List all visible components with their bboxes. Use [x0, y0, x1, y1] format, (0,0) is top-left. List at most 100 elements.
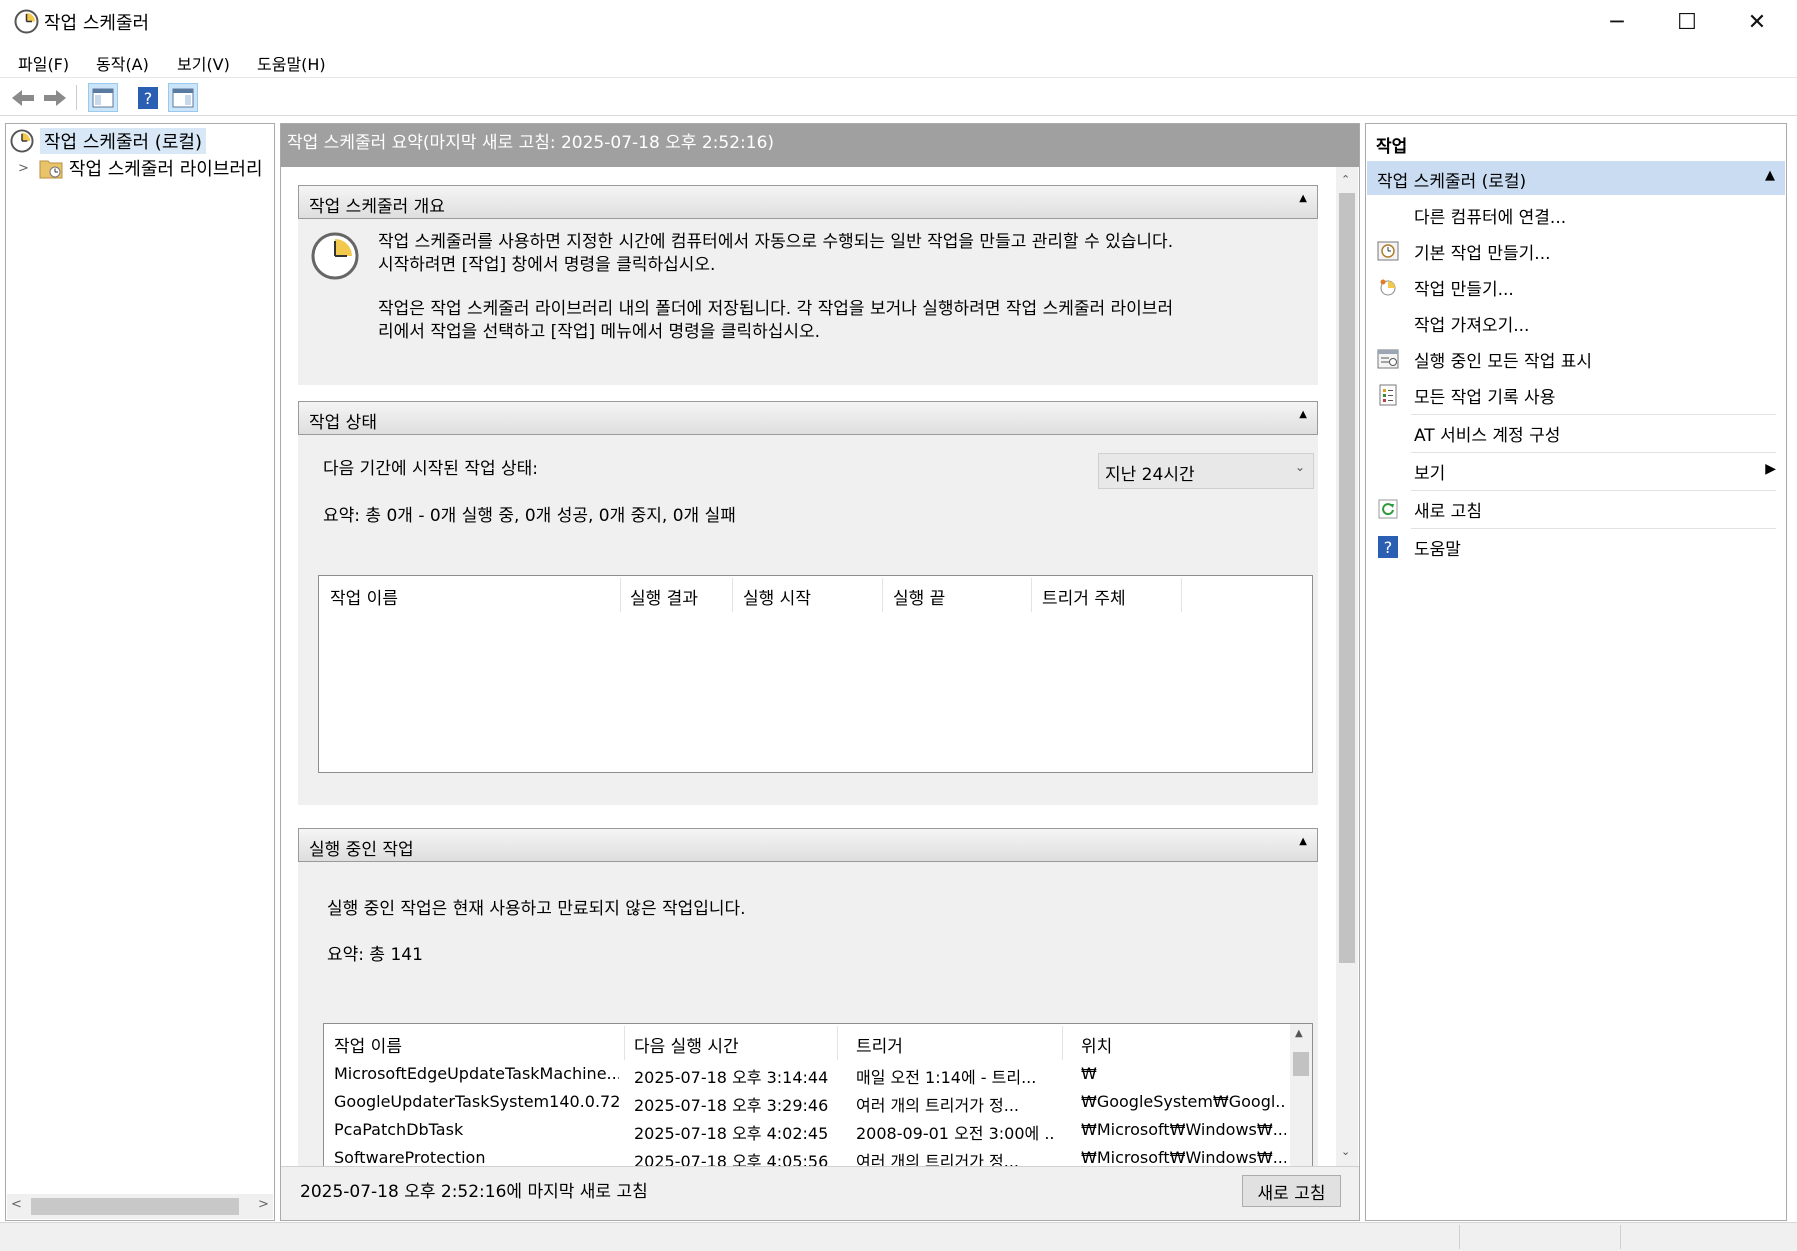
task-status-grid: 작업 이름 실행 결과 실행 시작 실행 끝 트리거 주체 [318, 575, 1313, 773]
grid-header-result[interactable]: 실행 결과 [630, 584, 698, 609]
column-separator[interactable] [624, 1026, 625, 1060]
running-tasks-section-body: 실행 중인 작업은 현재 사용하고 만료되지 않은 작업입니다. 요약: 총 1… [298, 862, 1318, 1167]
actions-group-header[interactable]: 작업 스케줄러 (로컬) ▲ [1367, 161, 1785, 195]
task-status-section-header[interactable]: 작업 상태 ▲ [298, 401, 1318, 435]
collapse-icon[interactable]: ▲ [1299, 409, 1307, 420]
action-label: 도움말 [1414, 540, 1461, 560]
action-create-basic-task[interactable]: 기본 작업 만들기... [1366, 233, 1784, 269]
chevron-right-icon[interactable]: > [18, 161, 29, 176]
basic-task-icon [1376, 239, 1400, 263]
table-row[interactable]: PcaPatchDbTask 2025-07-18 오후 4:02:45 200… [324, 1120, 1290, 1148]
grid-vertical-scrollbar[interactable]: ▲ [1290, 1024, 1312, 1167]
summary-scroll-area: 작업 스케줄러 개요 ▲ 작업 스케줄러를 사용하면 지정한 시간에 컴퓨터에서… [281, 167, 1359, 1167]
overview-section-header[interactable]: 작업 스케줄러 개요 ▲ [298, 185, 1318, 219]
collapse-icon[interactable]: ▲ [1299, 193, 1307, 204]
action-enable-task-history[interactable]: 모든 작업 기록 사용 [1366, 377, 1784, 413]
grid-header-start[interactable]: 실행 시작 [743, 584, 811, 609]
scroll-thumb[interactable] [31, 1198, 239, 1215]
table-row[interactable]: GoogleUpdaterTaskSystem140.0.72... 2025-… [324, 1092, 1290, 1120]
action-import-task[interactable]: 작업 가져오기... [1366, 305, 1784, 341]
collapse-icon[interactable]: ▲ [1299, 836, 1307, 847]
cell-trigger: 여러 개의 트리거가 정... [856, 1152, 1019, 1167]
status-bar [0, 1222, 1797, 1251]
summary-vertical-scrollbar[interactable]: ⌃ ⌄ [1336, 167, 1358, 1167]
close-button[interactable]: ✕ [1722, 0, 1792, 44]
table-row[interactable]: SoftwareProtection 2025-07-18 오후 4:05:56… [324, 1148, 1290, 1167]
status-divider [1620, 1225, 1621, 1249]
task-scheduler-window: 작업 스케줄러 ─ ☐ ✕ 파일(F) 동작(A) 보기(V) 도움말(H) ? [0, 0, 1797, 1251]
cell-trigger: 매일 오전 1:14에 - 트리... [856, 1068, 1037, 1087]
action-refresh[interactable]: 새로 고침 [1366, 491, 1784, 527]
scroll-right-icon[interactable]: > [258, 1197, 269, 1212]
menu-bar: 파일(F) 동작(A) 보기(V) 도움말(H) [0, 44, 1797, 78]
scroll-thumb[interactable] [1339, 193, 1355, 963]
status-period-label: 다음 기간에 시작된 작업 상태: [323, 459, 539, 479]
column-separator[interactable] [837, 1026, 838, 1060]
action-connect-computer[interactable]: 다른 컴퓨터에 연결... [1366, 197, 1784, 233]
scroll-up-icon[interactable]: ▲ [1295, 1028, 1303, 1039]
column-separator[interactable] [1062, 1026, 1063, 1060]
action-create-task[interactable]: 작업 만들기... [1366, 269, 1784, 305]
column-separator[interactable] [882, 578, 883, 612]
cell-task-name: PcaPatchDbTask [334, 1120, 464, 1139]
collapse-icon[interactable]: ▲ [1765, 168, 1775, 183]
grid-header-location[interactable]: 위치 [1081, 1032, 1112, 1057]
show-hide-action-pane-button[interactable] [168, 83, 198, 112]
back-button[interactable] [8, 83, 38, 112]
column-separator[interactable] [1031, 578, 1032, 612]
cell-trigger: 여러 개의 트리거가 정... [856, 1096, 1019, 1115]
minimize-button[interactable]: ─ [1582, 0, 1652, 44]
maximize-button[interactable]: ☐ [1652, 0, 1722, 44]
menu-file[interactable]: 파일(F) [18, 51, 69, 75]
menu-view[interactable]: 보기(V) [177, 51, 230, 75]
action-view-submenu[interactable]: 보기 ▶ [1366, 453, 1784, 489]
show-hide-console-tree-button[interactable] [88, 83, 118, 112]
summary-header: 작업 스케줄러 요약(마지막 새로 고침: 2025-07-18 오후 2:52… [281, 124, 1359, 167]
overview-title: 작업 스케줄러 개요 [309, 197, 445, 217]
help-icon: ? [138, 86, 158, 109]
cell-location: ₩Microsoft₩Windows₩... [1081, 1120, 1286, 1139]
grid-header-next-run[interactable]: 다음 실행 시간 [634, 1032, 739, 1057]
scroll-up-icon[interactable]: ⌃ [1341, 173, 1350, 186]
forward-arrow-icon [44, 89, 66, 106]
tree-item-library[interactable]: > 작업 스케줄러 라이브러리 [18, 155, 263, 181]
action-display-running-tasks[interactable]: 실행 중인 모든 작업 표시 [1366, 341, 1784, 377]
action-help[interactable]: ? 도움말 [1366, 529, 1784, 565]
refresh-button[interactable]: 새로 고침 [1242, 1175, 1341, 1207]
console-tree-icon [92, 88, 114, 107]
column-separator[interactable] [620, 578, 621, 612]
grid-header-trigger[interactable]: 트리거 주체 [1042, 584, 1126, 609]
help-toolbar-button[interactable]: ? [133, 83, 163, 112]
forward-button[interactable] [40, 83, 70, 112]
svg-text:?: ? [144, 89, 153, 108]
grid-header-trigger[interactable]: 트리거 [856, 1032, 903, 1057]
action-configure-at-service[interactable]: AT 서비스 계정 구성 [1366, 415, 1784, 451]
scroll-down-icon[interactable]: ⌄ [1341, 1145, 1350, 1158]
scroll-thumb[interactable] [1293, 1052, 1309, 1076]
column-separator[interactable] [1181, 578, 1182, 612]
status-period-dropdown[interactable]: 지난 24시간 ⌄ [1098, 453, 1314, 489]
history-icon [1376, 383, 1400, 407]
menu-action[interactable]: 동작(A) [96, 51, 149, 75]
action-label: 작업 만들기... [1414, 280, 1514, 300]
tree-item-root[interactable]: 작업 스케줄러 (로컬) [10, 128, 206, 154]
grid-header-name[interactable]: 작업 이름 [334, 1032, 402, 1057]
clock-icon [14, 9, 39, 34]
cell-next-run: 2025-07-18 오후 4:05:56 [634, 1152, 829, 1167]
chevron-down-icon: ⌄ [1294, 460, 1305, 474]
menu-help[interactable]: 도움말(H) [257, 51, 326, 75]
actions-pane: 작업 작업 스케줄러 (로컬) ▲ 다른 컴퓨터에 연결... 기본 작업 만들… [1365, 123, 1787, 1221]
overview-line-1: 작업 스케줄러를 사용하면 지정한 시간에 컴퓨터에서 자동으로 수행되는 일반… [378, 232, 1174, 252]
table-row[interactable]: MicrosoftEdgeUpdateTaskMachine... 2025-0… [324, 1064, 1290, 1092]
running-tasks-section-header[interactable]: 실행 중인 작업 ▲ [298, 828, 1318, 862]
tree-library-label: 작업 스케줄러 라이브러리 [68, 159, 263, 180]
overview-line-3: 작업은 작업 스케줄러 라이브러리 내의 폴더에 저장됩니다. 각 작업을 보거… [378, 299, 1174, 319]
grid-header-end[interactable]: 실행 끝 [893, 584, 945, 609]
horizontal-scrollbar[interactable]: < > [7, 1194, 273, 1219]
scroll-left-icon[interactable]: < [11, 1197, 22, 1212]
grid-header-name[interactable]: 작업 이름 [330, 584, 398, 609]
status-divider [1459, 1225, 1460, 1249]
column-separator[interactable] [732, 578, 733, 612]
cell-location: ₩Microsoft₩Windows₩... [1081, 1148, 1286, 1167]
cell-next-run: 2025-07-18 오후 4:02:45 [634, 1124, 829, 1143]
